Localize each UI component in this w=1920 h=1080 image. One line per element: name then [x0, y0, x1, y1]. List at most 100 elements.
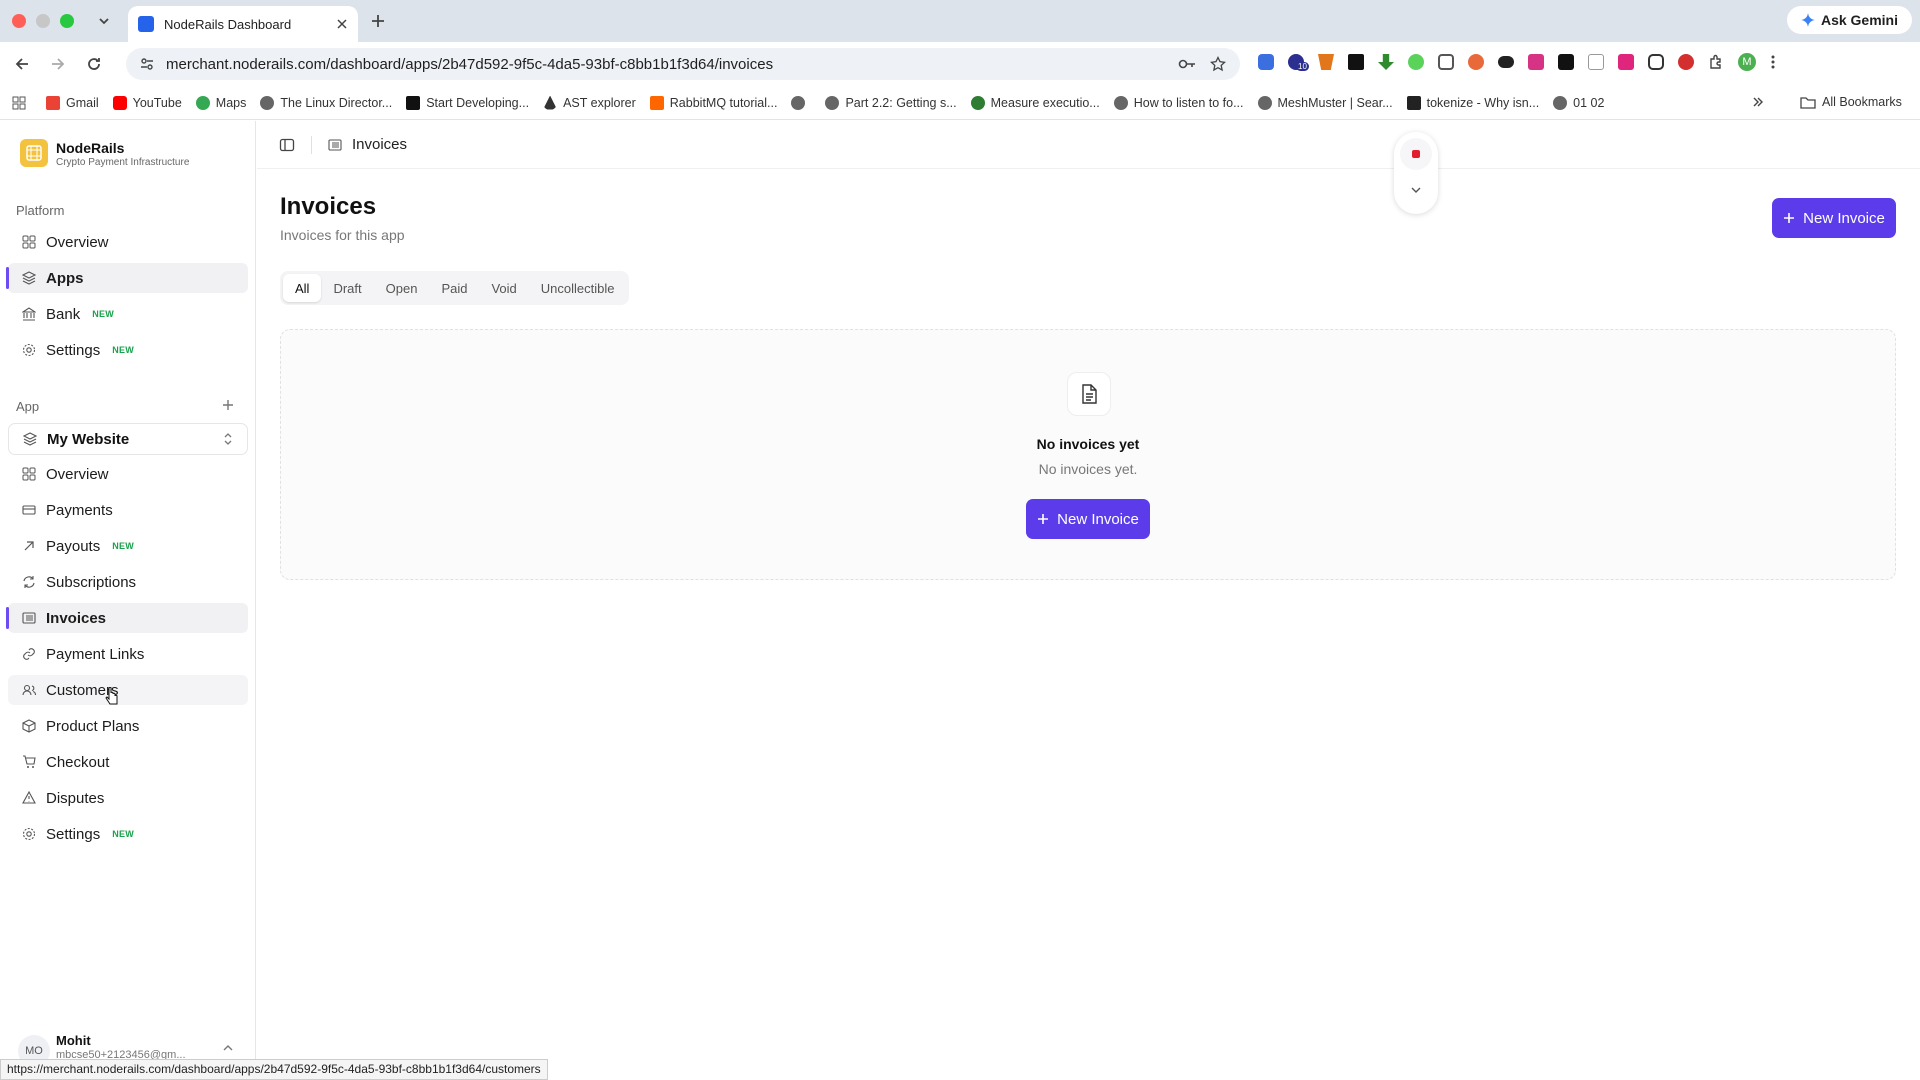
reload-icon[interactable]	[86, 56, 102, 72]
tab-search-chevron-icon[interactable]	[96, 13, 112, 29]
extensions-puzzle-icon[interactable]	[1708, 54, 1724, 71]
bookmark-linux-directory[interactable]: The Linux Director...	[260, 95, 392, 110]
password-key-icon[interactable]	[1178, 57, 1196, 71]
metamask-extension-icon[interactable]	[1318, 54, 1334, 70]
brand-name: NodeRails	[56, 140, 125, 156]
tab-open[interactable]: Open	[374, 274, 430, 302]
ask-gemini-button[interactable]: Ask Gemini	[1786, 6, 1912, 34]
extension-icon[interactable]	[1618, 54, 1634, 70]
extension-icon[interactable]	[1648, 54, 1664, 70]
bookmark-how-to-listen[interactable]: How to listen to fo...	[1113, 95, 1244, 110]
sidebar-item-invoices[interactable]: Invoices	[6, 603, 248, 633]
extension-icon[interactable]	[1468, 54, 1484, 70]
globe-icon	[1113, 95, 1128, 110]
extension-icon[interactable]	[1588, 54, 1604, 70]
extension-icon[interactable]	[1258, 54, 1274, 70]
tab-all[interactable]: All	[283, 274, 322, 302]
site-info-icon[interactable]	[140, 57, 154, 71]
extension-icon[interactable]	[1408, 54, 1424, 70]
bookmark-meshmuster[interactable]: MeshMuster | Sear...	[1257, 95, 1393, 110]
empty-new-invoice-button[interactable]: New Invoice	[1026, 499, 1150, 539]
sidebar-item-payouts[interactable]: Payouts NEW	[8, 531, 248, 561]
extension-icon[interactable]	[1498, 56, 1514, 68]
bookmark-globe[interactable]	[791, 95, 811, 110]
bookmark-part-2-2[interactable]: Part 2.2: Getting s...	[825, 95, 957, 110]
apps-grid-icon[interactable]	[12, 96, 26, 110]
sidebar-item-app-settings[interactable]: Settings NEW	[8, 819, 248, 849]
platform-section-label: Platform	[16, 203, 65, 218]
sidebar-item-label: Checkout	[46, 753, 110, 771]
warning-icon	[22, 791, 36, 805]
bookmark-measure-execution[interactable]: Measure executio...	[970, 95, 1100, 110]
sidebar-item-bank[interactable]: Bank NEW	[8, 299, 248, 329]
stackoverflow-icon	[1406, 95, 1421, 110]
back-icon[interactable]	[14, 56, 30, 72]
bookmark-start-developing[interactable]: Start Developing...	[406, 95, 529, 110]
bookmark-star-icon[interactable]	[1210, 56, 1226, 72]
bookmark-ast-explorer[interactable]: AST explorer	[543, 95, 636, 110]
tab-void[interactable]: Void	[479, 274, 528, 302]
stop-recording-button[interactable]	[1400, 138, 1432, 170]
minimize-window-icon[interactable]	[36, 14, 50, 28]
grid-icon	[22, 467, 36, 481]
sidebar-item-label: Settings	[46, 341, 101, 359]
add-app-icon[interactable]	[222, 399, 234, 411]
extension-icon[interactable]	[1678, 54, 1694, 70]
close-tab-icon[interactable]	[336, 18, 348, 30]
tab-paid[interactable]: Paid	[429, 274, 479, 302]
sidebar-item-label: Overview	[46, 465, 109, 483]
more-bookmarks-chevron-icon[interactable]	[1752, 96, 1764, 108]
sidebar-item-product-plans[interactable]: Product Plans	[8, 711, 248, 741]
app-selector[interactable]: My Website	[8, 423, 248, 455]
extension-icon[interactable]	[1348, 54, 1364, 70]
sidebar-item-payment-links[interactable]: Payment Links	[8, 639, 248, 669]
sidebar-item-disputes[interactable]: Disputes	[8, 783, 248, 813]
forward-icon[interactable]	[50, 56, 66, 72]
bookmark-gmail[interactable]: Gmail	[46, 95, 99, 110]
sidebar-item-apps[interactable]: Apps	[6, 263, 248, 293]
maximize-window-icon[interactable]	[60, 14, 74, 28]
browser-menu-icon[interactable]	[1770, 54, 1776, 71]
new-invoice-button[interactable]: New Invoice	[1772, 198, 1896, 238]
new-tab-icon[interactable]	[370, 13, 386, 29]
extension-icon[interactable]	[1558, 54, 1574, 70]
tab-draft[interactable]: Draft	[321, 274, 373, 302]
sidebar-item-app-overview[interactable]: Overview	[8, 459, 248, 489]
sidebar-item-subscriptions[interactable]: Subscriptions	[8, 567, 248, 597]
mouse-pointer-icon	[104, 687, 120, 707]
toggle-sidebar-icon[interactable]	[279, 137, 295, 153]
ast-icon	[543, 95, 558, 110]
all-bookmarks-folder[interactable]: All Bookmarks	[1800, 95, 1902, 109]
tab-favicon-icon	[138, 16, 154, 32]
chevron-up-icon[interactable]	[222, 1042, 234, 1054]
app-selector-label: My Website	[47, 430, 130, 448]
close-window-icon[interactable]	[12, 14, 26, 28]
extension-icon[interactable]	[1528, 54, 1544, 70]
sidebar-item-checkout[interactable]: Checkout	[8, 747, 248, 777]
tab-uncollectible[interactable]: Uncollectible	[529, 274, 627, 302]
extension-icon[interactable]	[1438, 54, 1454, 70]
sidebar-item-platform-settings[interactable]: Settings NEW	[8, 335, 248, 365]
sidebar-item-payments[interactable]: Payments	[8, 495, 248, 525]
browser-tab-active[interactable]: NodeRails Dashboard	[128, 6, 358, 42]
sidebar-item-customers[interactable]: Customers	[8, 675, 248, 705]
sidebar-item-label: Product Plans	[46, 717, 140, 735]
bookmark-youtube[interactable]: YouTube	[112, 95, 182, 110]
chevron-down-icon[interactable]	[1410, 184, 1422, 196]
bookmark-tokenize[interactable]: tokenize - Why isn...	[1406, 95, 1539, 110]
address-bar[interactable]: merchant.noderails.com/dashboard/apps/2b…	[126, 48, 1240, 80]
sidebar-item-label: Invoices	[46, 609, 107, 627]
new-badge: NEW	[112, 345, 135, 355]
sidebar-item-platform-overview[interactable]: Overview	[8, 227, 248, 257]
bookmark-01-02[interactable]: 01 02	[1553, 95, 1604, 110]
maps-icon	[195, 95, 210, 110]
bookmark-maps[interactable]: Maps	[195, 95, 246, 110]
globe-icon	[1553, 95, 1568, 110]
extension-badge: 10	[1296, 62, 1309, 71]
gemini-sparkle-icon	[1800, 13, 1815, 27]
profile-avatar[interactable]: M	[1738, 53, 1756, 71]
extension-icon[interactable]: 10	[1288, 54, 1309, 71]
divider	[311, 135, 312, 154]
bookmark-rabbitmq[interactable]: RabbitMQ tutorial...	[649, 95, 777, 110]
download-extension-icon[interactable]	[1378, 54, 1394, 70]
